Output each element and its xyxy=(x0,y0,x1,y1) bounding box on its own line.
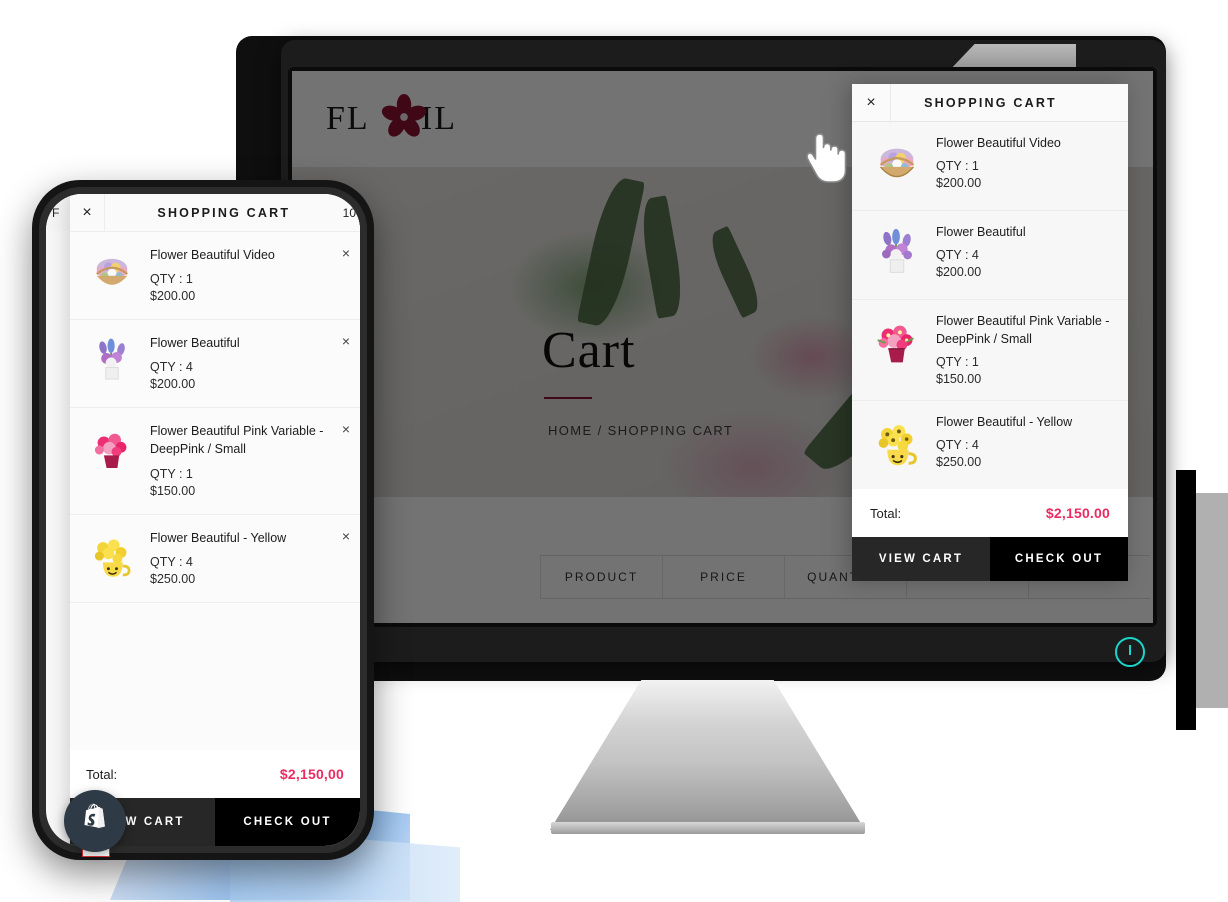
side-device-frame xyxy=(1176,470,1196,730)
list-item[interactable]: Flower Beautiful - Yellow QTY : 4 $250.0… xyxy=(70,515,360,603)
item-qty: QTY : 4 xyxy=(936,438,979,453)
purple-bouquet-thumb xyxy=(866,223,928,285)
list-item[interactable]: Flower Beautiful Pink Variable - DeepPin… xyxy=(852,300,1128,402)
view-cart-button[interactable]: VIEW CART xyxy=(852,537,990,582)
list-item[interactable]: Flower Beautiful - Yellow QTY : 4 $250.0… xyxy=(852,401,1128,489)
list-item[interactable]: Flower Beautiful QTY : 4 $200.00 × xyxy=(70,320,360,409)
item-qty: QTY : 1 xyxy=(150,466,193,481)
item-name: Flower Beautiful - Yellow xyxy=(150,530,287,545)
item-info: Flower Beautiful Pink Variable - DeepPin… xyxy=(140,422,348,497)
item-price: $200.00 xyxy=(936,265,982,280)
scene: FL O RIL xyxy=(0,0,1228,902)
list-item[interactable]: Flower Beautiful Video QTY : 1 $200.00 × xyxy=(70,232,360,321)
drawer-total-row: Total: $2,150.00 xyxy=(852,489,1128,538)
total-label: Total: xyxy=(870,505,902,521)
drawer-header: × SHOPPING CART xyxy=(852,84,1128,122)
item-price: $150.00 xyxy=(936,372,982,387)
phone-drawer-item-list: Flower Beautiful Video QTY : 1 $200.00 × xyxy=(70,232,360,750)
list-item[interactable]: Flower Beautiful QTY : 4 $200.00 xyxy=(852,211,1128,300)
list-item[interactable]: Flower Beautiful Video QTY : 1 $200.00 xyxy=(852,122,1128,211)
item-qty: QTY : 4 xyxy=(150,554,193,569)
pink-bouquet-thumb xyxy=(84,422,140,478)
remove-item-icon[interactable]: × xyxy=(342,528,350,544)
close-icon[interactable]: × xyxy=(852,84,891,121)
drawer-actions: VIEW CART CHECK OUT xyxy=(852,537,1128,582)
purple-bouquet-thumb xyxy=(84,334,140,390)
check-out-button[interactable]: CHECK OUT xyxy=(215,798,360,846)
item-info: Flower Beautiful - Yellow QTY : 4 $250.0… xyxy=(140,529,348,586)
item-price: $250.00 xyxy=(150,571,196,586)
phone-screen: F × SHOPPING CART 10 Flower Beautiful Vi… xyxy=(46,194,360,846)
total-value: $2,150.00 xyxy=(1045,505,1110,522)
phone-total-row: Total: $2,150,00 xyxy=(70,750,360,798)
item-info: Flower Beautiful QTY : 4 $200.00 xyxy=(140,334,348,391)
item-qty: QTY : 4 xyxy=(936,248,979,263)
item-name: Flower Beautiful Video xyxy=(936,136,1061,150)
phone-site-logo: F xyxy=(52,205,61,220)
item-qty: QTY : 1 xyxy=(936,355,979,370)
item-price: $200.00 xyxy=(150,377,196,392)
yellow-bouquet-thumb xyxy=(84,529,140,585)
item-qty: QTY : 4 xyxy=(150,360,193,375)
item-price: $200.00 xyxy=(150,289,196,304)
drawer-title: SHOPPING CART xyxy=(924,95,1057,110)
item-info: Flower Beautiful Video QTY : 1 $200.00 xyxy=(140,246,348,303)
item-info: Flower Beautiful Video QTY : 1 $200.00 xyxy=(928,134,1114,196)
cursor-hand-icon xyxy=(806,132,850,195)
phone-cart-badge-count: 10 xyxy=(342,205,356,220)
item-info: Flower Beautiful QTY : 4 $200.00 xyxy=(928,223,1114,285)
yellow-bouquet-thumb xyxy=(866,413,928,475)
item-qty: QTY : 1 xyxy=(936,159,979,174)
item-qty: QTY : 1 xyxy=(150,272,193,287)
list-item[interactable]: Flower Beautiful Pink Variable - DeepPin… xyxy=(70,408,360,515)
remove-item-icon[interactable]: × xyxy=(342,421,350,437)
monitor-stand-neck xyxy=(550,680,865,830)
item-price: $150.00 xyxy=(150,483,196,498)
side-device-screen xyxy=(1196,493,1228,708)
item-name: Flower Beautiful Pink Variable - DeepPin… xyxy=(936,314,1110,347)
remove-item-icon[interactable]: × xyxy=(342,333,350,349)
item-name: Flower Beautiful Pink Variable - DeepPin… xyxy=(150,424,324,457)
phone-drawer-header: × SHOPPING CART 10 xyxy=(70,194,360,232)
shopify-logo-icon[interactable] xyxy=(64,790,126,852)
drawer-item-list: Flower Beautiful Video QTY : 1 $200.00 F… xyxy=(852,122,1128,490)
item-name: Flower Beautiful xyxy=(150,336,240,351)
mobile-phone: F × SHOPPING CART 10 Flower Beautiful Vi… xyxy=(32,180,374,860)
item-price: $250.00 xyxy=(936,455,982,470)
item-info: Flower Beautiful - Yellow QTY : 4 $250.0… xyxy=(928,413,1114,475)
power-button-icon[interactable] xyxy=(1115,637,1145,667)
item-name: Flower Beautiful Video xyxy=(150,248,275,262)
phone-shopping-cart-drawer: × SHOPPING CART 10 Flower Beautiful Vide… xyxy=(70,194,360,846)
item-name: Flower Beautiful - Yellow xyxy=(936,415,1073,430)
item-price: $200.00 xyxy=(936,176,982,191)
basket-bouquet-thumb xyxy=(84,246,140,302)
monitor-stand-base xyxy=(551,822,865,834)
check-out-button[interactable]: CHECK OUT xyxy=(990,537,1128,582)
total-value: $2,150,00 xyxy=(279,766,344,782)
basket-bouquet-thumb xyxy=(866,134,928,196)
shopping-cart-drawer: × SHOPPING CART Flower Beautiful Video Q… xyxy=(852,84,1128,582)
pink-bouquet-thumb xyxy=(866,312,928,374)
item-info: Flower Beautiful Pink Variable - DeepPin… xyxy=(928,312,1114,386)
item-name: Flower Beautiful xyxy=(936,225,1026,239)
phone-drawer-title: SHOPPING CART xyxy=(157,205,291,220)
total-label: Total: xyxy=(86,766,118,782)
remove-item-icon[interactable]: × xyxy=(342,245,350,261)
close-icon[interactable]: × xyxy=(70,194,105,231)
